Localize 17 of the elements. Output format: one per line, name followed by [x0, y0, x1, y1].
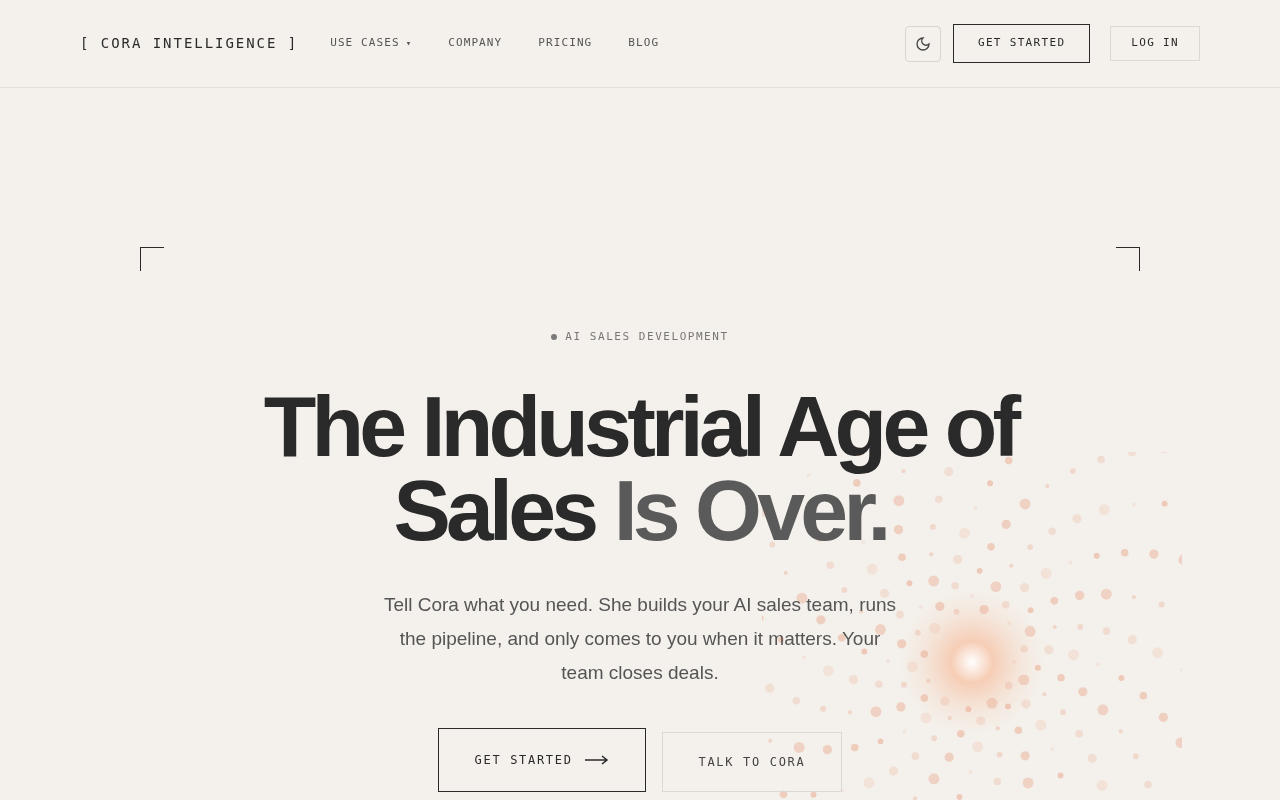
hero-description: Tell Cora what you need. She builds your AI sales team, runs the pipeline, and only comes to you when it matters. Your team closes deals.: [382, 592, 898, 685]
get-started-button[interactable]: GET STARTED: [437, 727, 646, 792]
corner-bracket: [1116, 247, 1140, 271]
get-started-button[interactable]: GET STARTED: [952, 24, 1091, 63]
theme-toggle-button[interactable]: [904, 25, 941, 62]
log-in-button[interactable]: LOG IN: [1110, 26, 1200, 61]
nav-link[interactable]: USE CASES ▾: [330, 35, 413, 52]
arrow-right-icon: [584, 754, 609, 765]
eyebrow-label: AI SALES DEVELOPMENT: [565, 329, 729, 345]
talk-to-cora-button[interactable]: TALK TO CORA: [661, 731, 843, 792]
moon-icon: [914, 35, 931, 52]
corner-bracket: [140, 247, 164, 271]
nav-link[interactable]: COMPANY: [448, 35, 503, 52]
hero-headline: The Industrial Age of Sales Is Over.: [263, 383, 1017, 552]
nav-link[interactable]: PRICING: [538, 35, 593, 52]
logo-link[interactable]: [ CORA INTELLIGENCE ]: [80, 33, 299, 54]
nav-link[interactable]: BLOG: [628, 35, 660, 52]
